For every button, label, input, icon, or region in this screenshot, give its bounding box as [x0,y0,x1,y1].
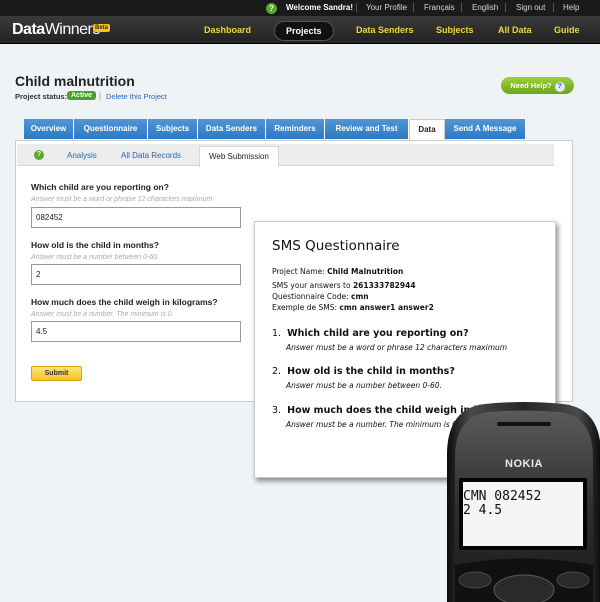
nav-projects[interactable]: Projects [274,21,334,41]
sms-code-label: Questionnaire Code: [272,292,349,301]
sms-question-number: 2. [272,366,282,377]
question-hint: Answer must be a number. The minimum is … [31,311,174,318]
nav-guide[interactable]: Guide [554,25,580,35]
question-hint: Answer must be a number between 0-60. [31,254,160,261]
sms-example-label: Exemple de SMS: [272,303,337,312]
separator [505,3,506,12]
welcome-text: Welcome Sandra! [286,3,353,12]
sms-example-value: cmn answer1 answer2 [339,303,434,312]
need-help-label: Need Help? [510,81,552,90]
beta-badge: Beta [93,24,111,32]
main-nav: DataWinners Beta Dashboard Projects Data… [0,16,600,44]
separator [461,3,462,12]
subtab-analysis[interactable]: Analysis [67,151,97,160]
submit-button[interactable]: Submit [31,366,82,381]
your-profile-link[interactable]: Your Profile [366,3,407,12]
lang-english-link[interactable]: English [472,3,498,12]
sub-tabs: ? Analysis All Data Records Web Submissi… [17,144,554,167]
speaker-grille [497,422,551,426]
tab-send-a-message[interactable]: Send A Message [445,119,526,139]
status-badge: Active [67,91,97,100]
tab-review-and-test[interactable]: Review and Test [325,119,409,139]
page-title: Child malnutrition [15,73,135,89]
sms-project-name: Project Name: Child Malnutrition [272,267,403,276]
nokia-phone-image: NOKIA CMN 082452 2 4.5 [447,402,600,602]
help-link[interactable]: Help [563,3,579,12]
sms-question-hint: Answer must be a word or phrase 12 chara… [286,343,508,352]
sms-question-text: Which child are you reporting on? [287,328,469,339]
nokia-brand-text: NOKIA [505,458,543,470]
tab-subjects[interactable]: Subjects [148,119,198,139]
nav-key[interactable] [493,574,555,602]
separator [356,3,357,12]
nav-dashboard[interactable]: Dashboard [204,25,251,35]
sms-code-value: cmn [351,292,369,301]
tab-overview[interactable]: Overview [24,119,74,139]
subtab-web-submission[interactable]: Web Submission [199,146,279,167]
help-icon[interactable]: ? [266,3,277,14]
sign-out-link[interactable]: Sign out [516,3,545,12]
question-icon: ? [554,82,565,92]
tab-questionnaire[interactable]: Questionnaire [74,119,148,139]
separator [553,3,554,12]
delete-project-link[interactable]: Delete this Project [106,92,167,101]
phone-screen-line: CMN 082452 [463,489,541,504]
right-soft-key[interactable] [556,571,590,589]
project-status-label: Project status: [15,92,68,101]
sms-question-text: How old is the child in months? [287,366,455,377]
question-hint: Answer must be a word or phrase 12 chara… [31,196,213,203]
age-months-input[interactable] [31,264,241,285]
sms-question-number: 1. [272,328,282,339]
logo-thin-text: Winners [44,21,101,38]
tab-data[interactable]: Data [409,119,445,140]
question-label: How old is the child in months? [31,240,159,250]
lang-french-link[interactable]: Français [424,3,455,12]
question-label: Which child are you reporting on? [31,182,169,192]
sms-question: 2. How old is the child in months? [272,366,455,377]
need-help-button[interactable]: Need Help?? [501,77,574,94]
sms-project-name-label: Project Name: [272,267,325,276]
sms-example: Exemple de SMS: cmn answer1 answer2 [272,303,434,312]
child-id-input[interactable] [31,207,241,228]
sms-question-number: 3. [272,405,282,416]
sms-project-name-value: Child Malnutrition [327,267,404,276]
phone-screen-line: 2 4.5 [463,503,502,518]
subtab-all-data-records[interactable]: All Data Records [121,151,181,160]
tab-data-senders[interactable]: Data Senders [198,119,266,139]
top-utility-bar: ? Welcome Sandra! Your Profile Français … [0,0,600,16]
separator: | [99,91,101,100]
sms-question-hint: Answer must be a number. The minimum is … [286,420,460,429]
nav-all-data[interactable]: All Data [498,25,532,35]
weight-kg-input[interactable] [31,321,241,342]
datawinners-logo[interactable]: DataWinners [12,21,100,39]
sms-title: SMS Questionnaire [272,238,400,254]
sms-question: 1. Which child are you reporting on? [272,328,469,339]
sms-answers-to: SMS your answers to 261333782944 [272,281,416,290]
sms-phone-number: 261333782944 [352,281,416,290]
left-soft-key[interactable] [458,571,492,589]
nav-subjects[interactable]: Subjects [436,25,474,35]
logo-bold-text: Data [12,21,45,38]
separator [413,3,414,12]
sms-question-hint: Answer must be a number between 0-60. [286,381,442,390]
sms-questionnaire-code: Questionnaire Code: cmn [272,292,369,301]
help-icon[interactable]: ? [34,150,44,160]
tab-reminders[interactable]: Reminders [266,119,325,139]
question-label: How much does the child weigh in kilogra… [31,297,218,307]
nav-data-senders[interactable]: Data Senders [356,25,414,35]
sms-answers-to-label: SMS your answers to [272,281,351,290]
